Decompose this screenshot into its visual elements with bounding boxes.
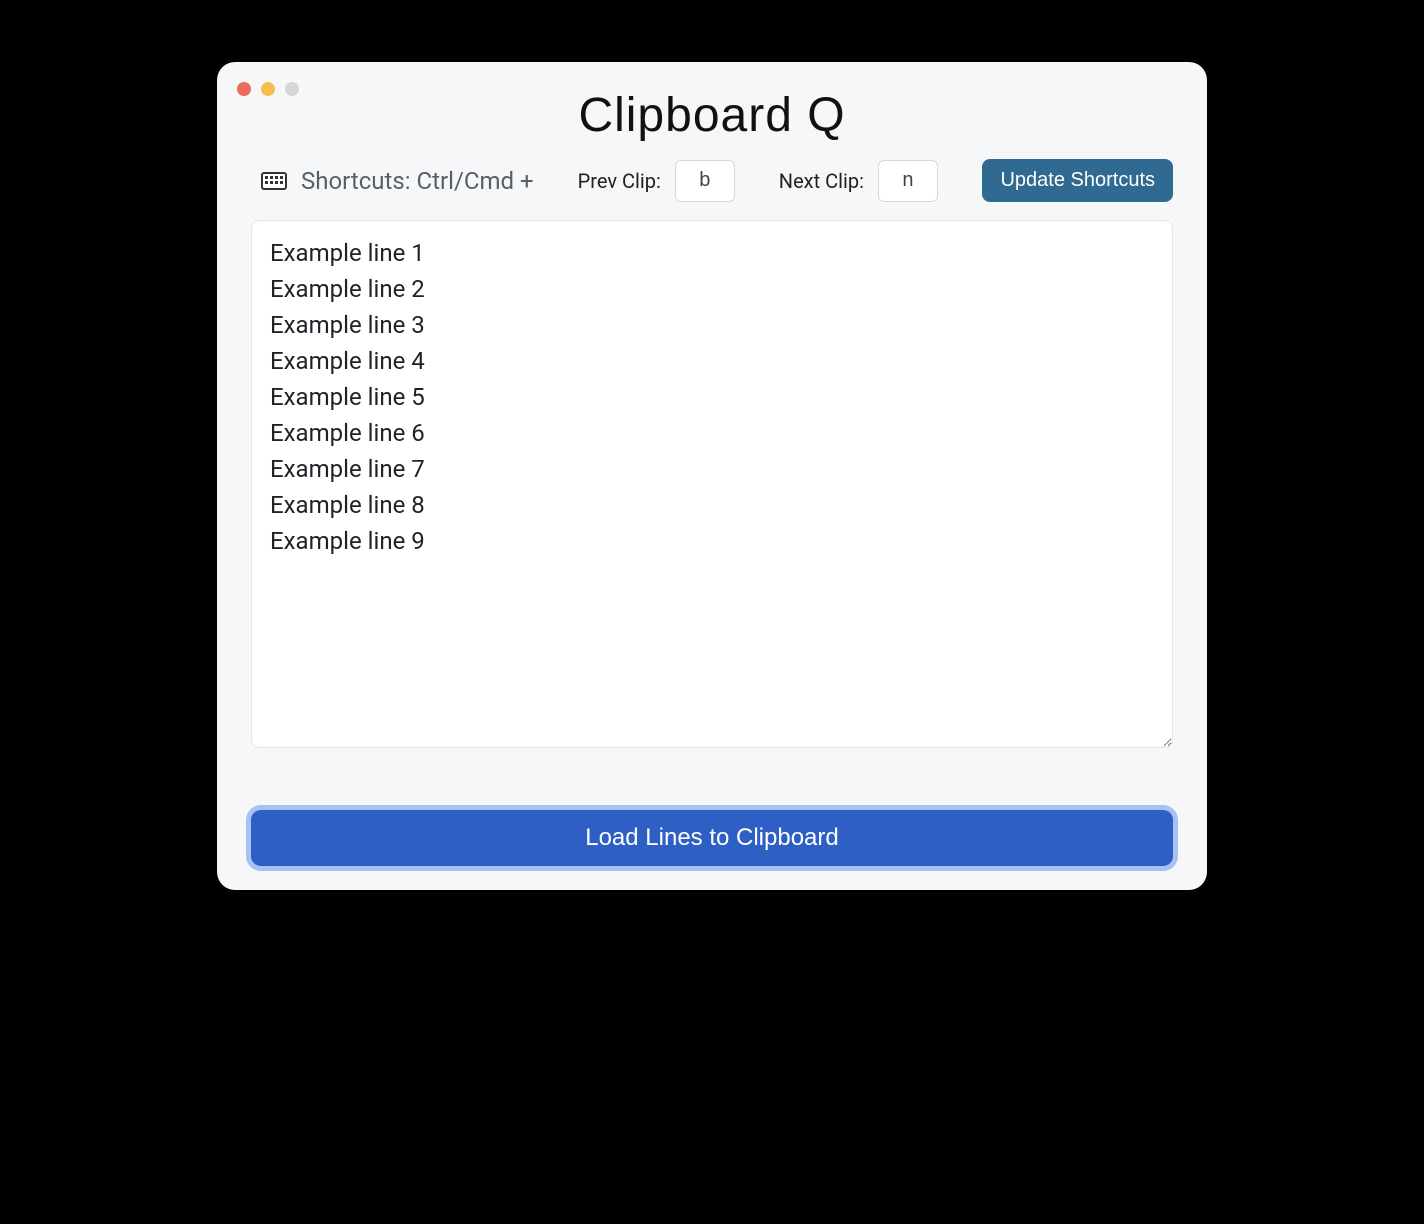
app-title: Clipboard Q (217, 88, 1207, 143)
lines-textarea[interactable] (251, 220, 1173, 748)
app-window: Clipboard Q Shortcuts: Ctrl/Cmd + Prev C… (217, 62, 1207, 890)
prev-clip-input[interactable] (675, 160, 735, 202)
update-shortcuts-button[interactable]: Update Shortcuts (982, 159, 1173, 202)
prev-clip-label: Prev Clip: (578, 169, 661, 193)
shortcuts-label: Shortcuts: Ctrl/Cmd + (301, 167, 534, 195)
textarea-container (217, 220, 1207, 792)
next-clip-input[interactable] (878, 160, 938, 202)
load-lines-button[interactable]: Load Lines to Clipboard (251, 810, 1173, 866)
keyboard-icon (261, 172, 287, 190)
shortcuts-bar: Shortcuts: Ctrl/Cmd + Prev Clip: Next Cl… (217, 159, 1207, 220)
next-clip-label: Next Clip: (779, 169, 864, 193)
load-button-container: Load Lines to Clipboard (217, 792, 1207, 866)
